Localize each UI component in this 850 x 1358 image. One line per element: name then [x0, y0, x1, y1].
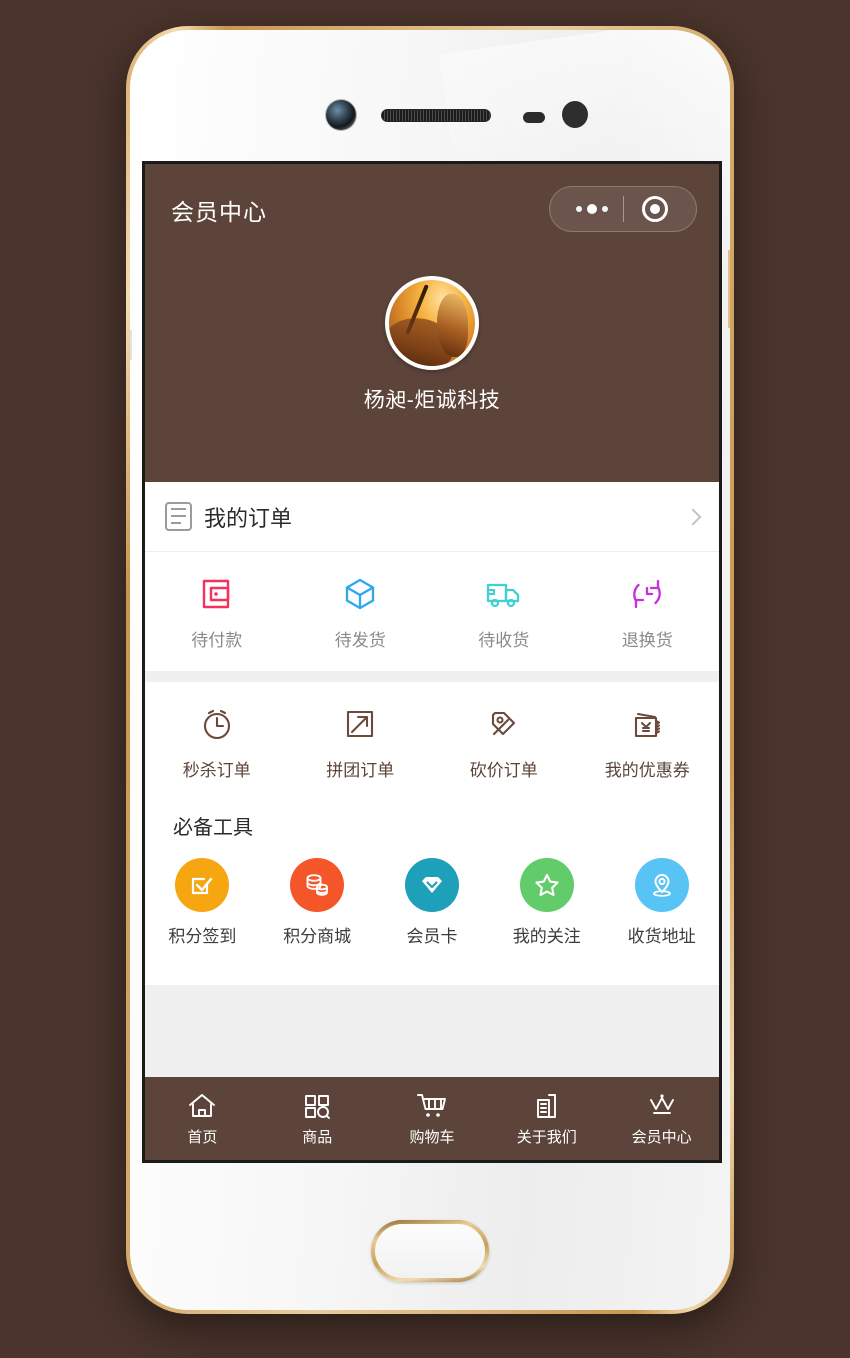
checkbox-check-icon: [175, 858, 230, 912]
tool-my-favorites[interactable]: 我的关注: [489, 846, 604, 963]
my-orders-label: 我的订单: [204, 505, 293, 531]
member-center-app: 会员中心 杨昶-炬诚科技 我的订单 待付款 待发货 待收货 退换货 秒杀订单 拼…: [145, 164, 719, 1160]
bottom-tabbar: 首页 商品 购物车 关于我们 会员中心: [145, 1077, 719, 1160]
home-button[interactable]: [371, 1220, 489, 1282]
phone-frame: 会员中心 杨昶-炬诚科技 我的订单 待付款 待发货 待收货 退换货 秒杀订单 拼…: [126, 26, 734, 1314]
star-icon: [519, 858, 574, 912]
side-button-right[interactable]: [728, 250, 730, 328]
side-button-left[interactable]: [130, 330, 132, 360]
profile-block: 杨昶-炬诚科技: [145, 276, 719, 414]
order-type-label: 秒杀订单: [182, 761, 251, 780]
diamond-icon: [404, 858, 459, 912]
order-status-label: 退换货: [621, 631, 673, 650]
app-header: 会员中心 杨昶-炬诚科技: [145, 164, 719, 482]
phone-screen: 会员中心 杨昶-炬诚科技 我的订单 待付款 待发货 待收货 退换货 秒杀订单 拼…: [142, 161, 722, 1163]
box-icon: [338, 574, 382, 614]
order-type-bargain[interactable]: 砍价订单: [432, 682, 576, 797]
tab-label: 会员中心: [631, 1128, 692, 1146]
tab-products[interactable]: 商品: [260, 1091, 375, 1147]
truck-icon: [482, 574, 526, 614]
order-status-pending-receipt[interactable]: 待收货: [432, 552, 576, 667]
tab-label: 商品: [302, 1128, 333, 1146]
tool-label: 会员卡: [406, 927, 458, 946]
order-type-row: 秒杀订单 拼团订单 砍价订单 我的优惠券: [145, 682, 719, 797]
tool-label: 积分商城: [283, 927, 352, 946]
coin-stack-icon: [290, 858, 345, 912]
front-ir-sensor-icon: [562, 101, 588, 128]
order-status-label: 待发货: [334, 631, 386, 650]
page-filler: [145, 985, 719, 1071]
refund-refresh-icon: [625, 574, 669, 614]
tab-about-us[interactable]: 关于我们: [489, 1091, 604, 1147]
more-dots-icon[interactable]: [561, 204, 623, 214]
order-status-return[interactable]: 退换货: [576, 552, 720, 667]
order-type-coupons[interactable]: 我的优惠券: [576, 682, 720, 797]
order-status-label: 待付款: [191, 631, 243, 650]
proximity-sensor-icon: [523, 112, 545, 123]
section-divider: [145, 671, 719, 682]
shopping-cart-icon: [415, 1091, 449, 1121]
order-document-icon: [165, 502, 192, 531]
phone-shell: 会员中心 杨昶-炬诚科技 我的订单 待付款 待发货 待收货 退换货 秒杀订单 拼…: [130, 30, 730, 1310]
tool-label: 积分签到: [168, 927, 237, 946]
order-card: 我的订单 待付款 待发货 待收货 退换货: [145, 482, 719, 671]
page-title: 会员中心: [171, 199, 267, 225]
tool-member-card[interactable]: 会员卡: [375, 846, 490, 963]
tool-label: 我的关注: [512, 927, 581, 946]
tools-row: 积分签到 积分商城 会员卡 我的关注 收货地址: [145, 846, 719, 985]
tool-checkin[interactable]: 积分签到: [145, 846, 260, 963]
tab-member-center[interactable]: 会员中心: [604, 1091, 719, 1147]
alarm-clock-icon: [195, 704, 239, 744]
tool-points-mall[interactable]: 积分商城: [260, 846, 375, 963]
grid-search-icon: [300, 1091, 334, 1121]
chevron-right-icon[interactable]: [684, 508, 702, 525]
order-status-pending-payment[interactable]: 待付款: [145, 552, 289, 667]
avatar-detail: [404, 284, 429, 336]
coupon-yuan-icon: [625, 704, 669, 744]
wechat-capsule-menu[interactable]: [549, 186, 697, 232]
wallet-icon: [195, 574, 239, 614]
avatar[interactable]: [385, 276, 479, 370]
target-circle-icon[interactable]: [624, 196, 686, 222]
order-status-label: 待收货: [478, 631, 530, 650]
tab-label: 首页: [187, 1128, 218, 1146]
tab-cart[interactable]: 购物车: [375, 1091, 490, 1147]
tool-label: 收货地址: [627, 927, 696, 946]
group-buy-arrow-icon: [338, 704, 382, 744]
tab-label: 购物车: [409, 1128, 455, 1146]
earpiece-speaker-icon: [381, 109, 491, 122]
building-icon: [530, 1091, 564, 1121]
order-status-row: 待付款 待发货 待收货 退换货: [145, 552, 719, 671]
order-type-flash-sale[interactable]: 秒杀订单: [145, 682, 289, 797]
order-type-label: 砍价订单: [469, 761, 538, 780]
home-icon: [185, 1091, 219, 1121]
tool-shipping-address[interactable]: 收货地址: [604, 846, 719, 963]
order-status-pending-shipment[interactable]: 待发货: [289, 552, 433, 667]
crown-icon: [645, 1091, 679, 1121]
my-orders-header[interactable]: 我的订单: [145, 482, 719, 552]
order-type-group-buy[interactable]: 拼团订单: [289, 682, 433, 797]
user-name: 杨昶-炬诚科技: [363, 389, 501, 412]
camera-lens-icon: [326, 100, 356, 130]
tab-home[interactable]: 首页: [145, 1091, 260, 1147]
price-tag-icon: [482, 704, 526, 744]
order-type-label: 拼团订单: [326, 761, 395, 780]
tools-heading: 必备工具: [145, 797, 719, 846]
tab-label: 关于我们: [516, 1128, 577, 1146]
location-pin-icon: [634, 858, 689, 912]
order-type-label: 我的优惠券: [604, 761, 690, 780]
